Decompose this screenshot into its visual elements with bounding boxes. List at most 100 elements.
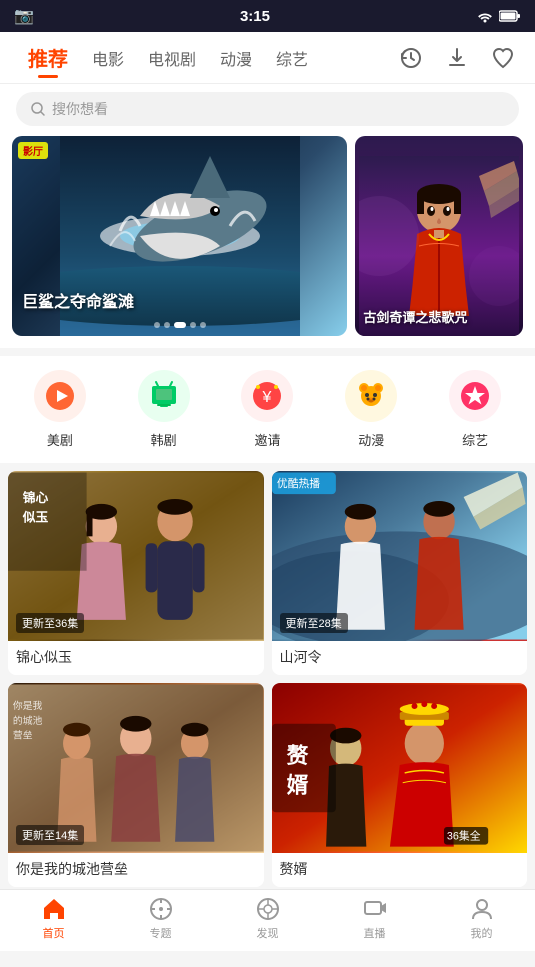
nav-tabs: 推荐 电影 电视剧 动漫 综艺 <box>16 35 395 80</box>
card-shanhe[interactable]: 优酷热播 更新至28集 山河令 <box>272 471 528 675</box>
banner-dots <box>154 322 206 328</box>
dot-2 <box>164 322 170 328</box>
svg-text:营垒: 营垒 <box>13 729 33 742</box>
home-label: 首页 <box>43 925 65 941</box>
tab-movie[interactable]: 电影 <box>80 38 136 78</box>
meiju-icon-bg <box>34 370 86 422</box>
compass-icon <box>148 896 174 922</box>
wifi-icon <box>476 9 494 23</box>
invite-label: 邀请 <box>254 430 280 449</box>
svg-text:婿: 婿 <box>286 773 308 798</box>
card-jinxin-update: 更新至36集 <box>16 613 84 633</box>
discover-icon <box>255 896 281 922</box>
live-label: 直播 <box>364 925 386 941</box>
heart-icon <box>491 46 515 70</box>
category-hanju[interactable]: 韩剧 <box>134 370 194 449</box>
zongyi-label: 综艺 <box>462 430 488 449</box>
film-icon <box>44 380 76 412</box>
card-jinxin[interactable]: 锦心 似玉 更新至36集 锦心似玉 <box>8 471 264 675</box>
hanju-label: 韩剧 <box>151 430 177 449</box>
bottom-nav-profile[interactable]: 我的 <box>452 896 512 941</box>
star-icon <box>459 380 491 412</box>
card-city-img: 你是我 的城池 营垒 更新至14集 <box>8 683 264 853</box>
tab-variety[interactable]: 综艺 <box>264 38 320 78</box>
camera-icon: 📷 <box>14 6 34 26</box>
live-icon <box>362 896 388 922</box>
svg-text:¥: ¥ <box>262 389 272 406</box>
status-time: 3:15 <box>240 8 270 25</box>
dongman-label: 动漫 <box>358 430 384 449</box>
svg-text:赘: 赘 <box>285 743 308 768</box>
zongyi-icon-bg <box>449 370 501 422</box>
dot-5 <box>200 322 206 328</box>
bear-icon <box>355 380 387 412</box>
card-city[interactable]: 你是我 的城池 营垒 更新至14集 你是我的城池营垒 <box>8 683 264 887</box>
favorites-button[interactable] <box>487 42 519 74</box>
profile-icon <box>469 896 495 922</box>
svg-text:优酷热播: 优酷热播 <box>276 476 319 490</box>
dot-4 <box>190 322 196 328</box>
svg-text:似玉: 似玉 <box>22 510 49 525</box>
category-zongyi[interactable]: 综艺 <box>445 370 505 449</box>
home-icon <box>41 896 67 922</box>
svg-text:的城池: 的城池 <box>13 714 43 727</box>
zhuixu-visual: 赘 婿 36集全 <box>272 683 528 853</box>
card-shanhe-update: 更新至28集 <box>280 613 348 633</box>
card-jinxin-title: 锦心似玉 <box>16 647 256 667</box>
categories: 美剧 韩剧 ¥ 邀请 <box>0 356 535 463</box>
dongman-icon-bg <box>345 370 397 422</box>
card-city-title: 你是我的城池营垒 <box>16 859 256 879</box>
card-city-info: 你是我的城池营垒 <box>8 853 264 887</box>
svg-text:你是我: 你是我 <box>13 699 43 712</box>
bottom-nav-live[interactable]: 直播 <box>345 896 405 941</box>
card-jinxin-info: 锦心似玉 <box>8 641 264 675</box>
history-button[interactable] <box>395 42 427 74</box>
tab-recommend[interactable]: 推荐 <box>16 35 80 80</box>
download-icon <box>445 46 469 70</box>
banner-main-title: 巨鲨之夺命鲨滩 <box>22 288 134 312</box>
search-icon <box>30 101 46 117</box>
header-actions <box>395 42 519 74</box>
banner-side[interactable]: 古剑奇谭之悲歌咒 <box>355 136 523 336</box>
profile-label: 我的 <box>471 925 493 941</box>
bottom-nav-discover[interactable]: 发现 <box>238 896 298 941</box>
tv-icon <box>148 380 180 412</box>
card-shanhe-title: 山河令 <box>280 647 520 667</box>
status-bar: 📷 3:15 <box>0 0 535 32</box>
download-button[interactable] <box>441 42 473 74</box>
bottom-nav-special[interactable]: 专题 <box>131 896 191 941</box>
card-shanhe-img: 优酷热播 更新至28集 <box>272 471 528 641</box>
dot-1 <box>154 322 160 328</box>
search-bar: 搜你想看 <box>0 84 535 136</box>
card-jinxin-img: 锦心 似玉 更新至36集 <box>8 471 264 641</box>
card-shanhe-info: 山河令 <box>272 641 528 675</box>
card-zhuixu-img: 赘 婿 36集全 36集全 <box>272 683 528 853</box>
svg-text:36集全: 36集全 <box>446 829 480 843</box>
battery-icon <box>499 10 521 22</box>
card-zhuixu[interactable]: 赘 婿 36集全 36集全 赘婿 <box>272 683 528 887</box>
tab-tv[interactable]: 电视剧 <box>136 38 208 78</box>
banner-section: 影厅 巨鲨之夺命鲨滩 <box>0 136 535 348</box>
history-icon <box>399 46 423 70</box>
banner-main[interactable]: 影厅 巨鲨之夺命鲨滩 <box>12 136 347 336</box>
meiju-label: 美剧 <box>47 430 73 449</box>
special-label: 专题 <box>150 925 172 941</box>
category-invite[interactable]: ¥ 邀请 <box>237 370 297 449</box>
card-city-update: 更新至14集 <box>16 825 84 845</box>
bottom-nav: 首页 专题 发现 直播 <box>0 889 535 951</box>
status-icons <box>476 9 521 23</box>
tab-anime[interactable]: 动漫 <box>208 38 264 78</box>
invite-icon-bg: ¥ <box>241 370 293 422</box>
banner-side-title: 古剑奇谭之悲歌咒 <box>363 307 515 326</box>
card-zhuixu-title: 赘婿 <box>280 859 520 879</box>
bottom-nav-home[interactable]: 首页 <box>24 896 84 941</box>
banner-badge: 影厅 <box>18 142 48 159</box>
category-dongman[interactable]: 动漫 <box>341 370 401 449</box>
card-zhuixu-info: 赘婿 <box>272 853 528 887</box>
hanju-icon-bg <box>138 370 190 422</box>
svg-text:锦心: 锦心 <box>23 490 49 505</box>
search-input-wrap[interactable]: 搜你想看 <box>16 92 519 126</box>
dot-3 <box>174 322 186 328</box>
category-meiju[interactable]: 美剧 <box>30 370 90 449</box>
gift-icon: ¥ <box>251 380 283 412</box>
